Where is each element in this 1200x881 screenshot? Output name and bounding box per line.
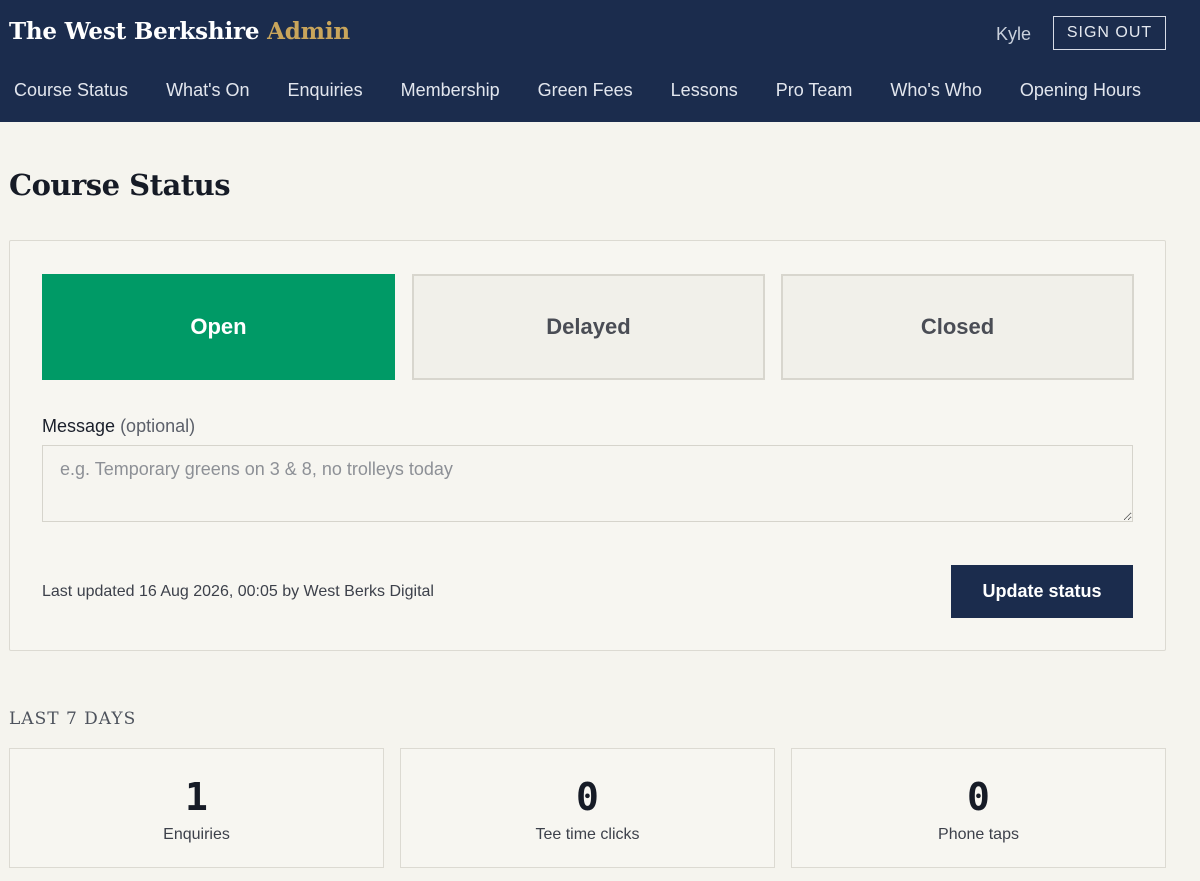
main-nav: Course Status What's On Enquiries Member… <box>14 79 1179 103</box>
status-delayed-button[interactable]: Delayed <box>412 274 765 380</box>
stat-card-phone-taps: 0 Phone taps <box>791 748 1166 868</box>
stat-card-enquiries: 1 Enquiries <box>9 748 384 868</box>
last-updated-text: Last updated 16 Aug 2026, 00:05 by West … <box>42 583 434 600</box>
message-optional-hint: (optional) <box>120 416 196 436</box>
status-open-button[interactable]: Open <box>42 274 395 380</box>
brand-admin-label: Admin <box>267 18 350 45</box>
status-closed-button[interactable]: Closed <box>781 274 1134 380</box>
top-bar: The West Berkshire Admin Kyle SIGN OUT C… <box>0 0 1200 122</box>
nav-item-green-fees[interactable]: Green Fees <box>538 79 633 103</box>
nav-item-whos-who[interactable]: Who's Who <box>890 79 981 103</box>
stat-label: Phone taps <box>938 826 1019 843</box>
message-input[interactable] <box>42 445 1133 522</box>
nav-item-lessons[interactable]: Lessons <box>671 79 738 103</box>
update-status-button[interactable]: Update status <box>951 565 1133 618</box>
nav-item-membership[interactable]: Membership <box>401 79 500 103</box>
nav-item-course-status[interactable]: Course Status <box>14 79 128 103</box>
stat-label: Tee time clicks <box>535 826 640 843</box>
stat-card-tee-time-clicks: 0 Tee time clicks <box>400 748 775 868</box>
stat-value: 0 <box>576 775 599 819</box>
brand-logo[interactable]: The West Berkshire Admin <box>9 18 350 45</box>
nav-item-pro-team[interactable]: Pro Team <box>776 79 853 103</box>
user-name: Kyle <box>996 24 1032 44</box>
nav-item-opening-hours[interactable]: Opening Hours <box>1020 79 1141 103</box>
nav-item-whats-on[interactable]: What's On <box>166 79 249 103</box>
nav-item-enquiries[interactable]: Enquiries <box>288 79 363 103</box>
sign-out-button[interactable]: SIGN OUT <box>1053 16 1166 50</box>
stats-section-label: LAST 7 DAYS <box>9 709 137 729</box>
brand-name: The West Berkshire <box>9 18 260 45</box>
stat-value: 1 <box>185 775 208 819</box>
page-title: Course Status <box>9 168 231 202</box>
stat-value: 0 <box>967 775 990 819</box>
message-label: Message (optional) <box>42 416 195 437</box>
status-card: Open Delayed Closed Message (optional) L… <box>9 240 1166 651</box>
message-label-text: Message <box>42 416 116 436</box>
stat-label: Enquiries <box>163 826 230 843</box>
